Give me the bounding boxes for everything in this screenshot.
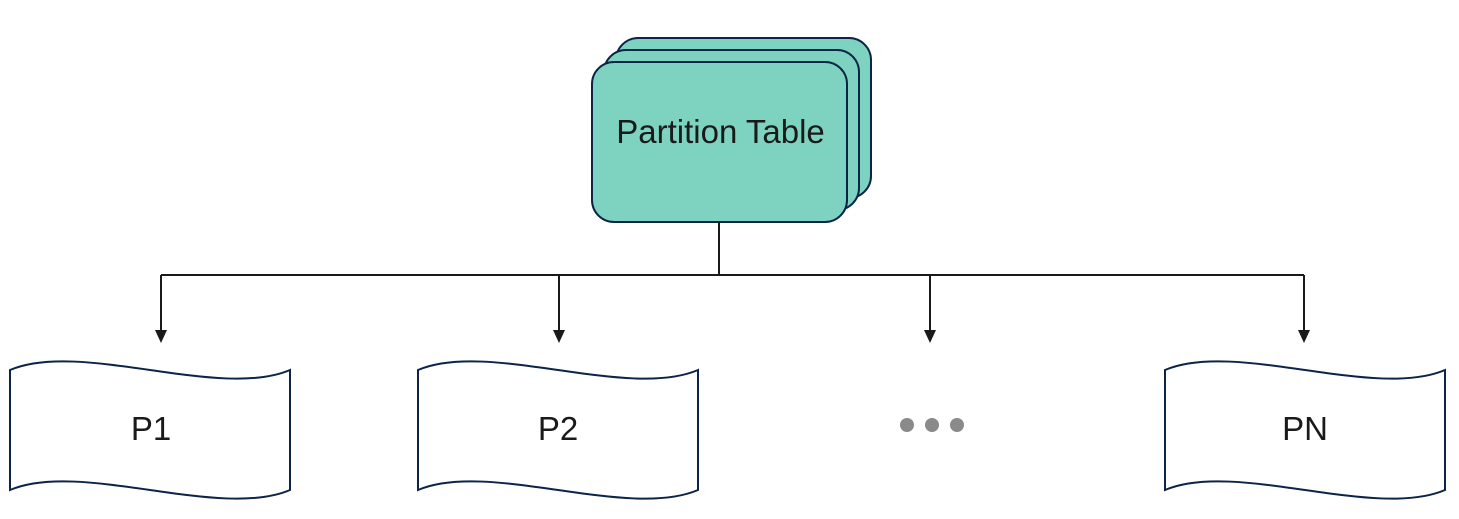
partition-table-diagram: Partition Table P1 P2 PN xyxy=(0,0,1459,519)
arrowheads xyxy=(155,330,1310,343)
partition-table-label: Partition Table xyxy=(593,113,848,151)
ellipsis-icon xyxy=(900,418,964,432)
arrow-tree xyxy=(161,222,1304,333)
partition-pn-label: PN xyxy=(1165,410,1445,448)
partition-p2-label: P2 xyxy=(418,410,698,448)
partition-p1-label: P1 xyxy=(11,410,291,448)
